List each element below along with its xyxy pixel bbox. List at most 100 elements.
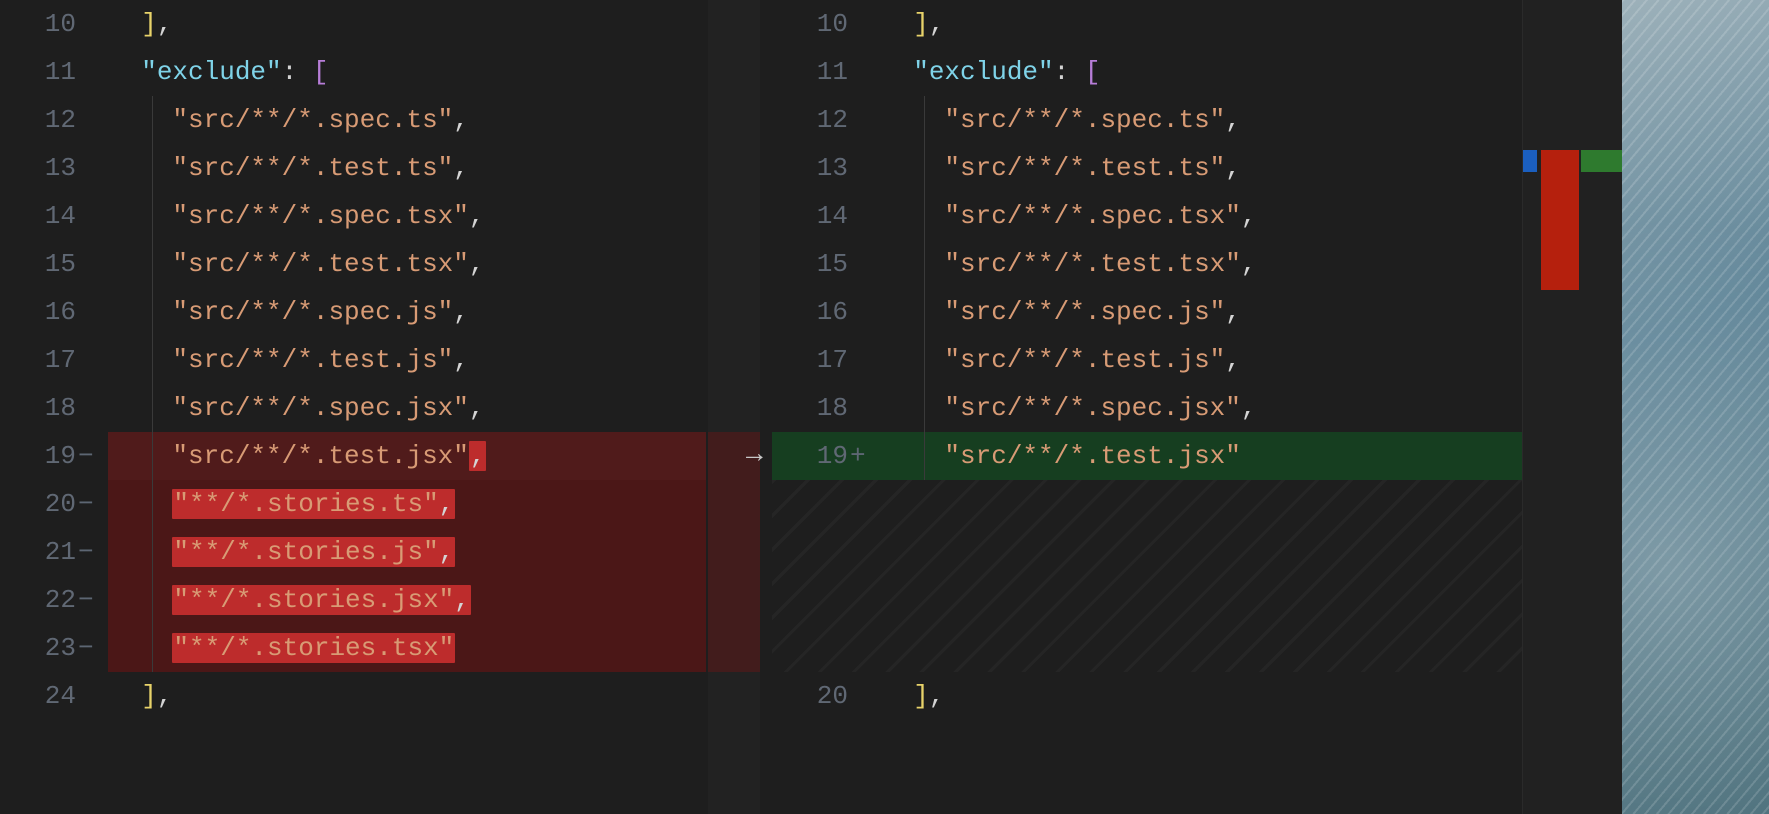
code-content[interactable]: "exclude": [ bbox=[104, 57, 328, 87]
line-number[interactable]: 13 bbox=[0, 153, 104, 183]
code-line[interactable]: 17 "src/**/*.test.js", bbox=[0, 336, 760, 384]
line-number-value: 14 bbox=[808, 201, 848, 231]
ruler-mark-red[interactable] bbox=[1541, 150, 1579, 290]
diff-split-sash[interactable] bbox=[760, 0, 772, 814]
code-line[interactable]: 12 "src/**/*.spec.ts", bbox=[0, 96, 760, 144]
line-number[interactable]: 11 bbox=[0, 57, 104, 87]
code-line[interactable]: 23− "**/*.stories.tsx" bbox=[0, 624, 760, 672]
code-line[interactable]: 20− "**/*.stories.ts", bbox=[0, 480, 760, 528]
code-content[interactable]: "src/**/*.spec.js", bbox=[104, 297, 469, 327]
code-line[interactable]: 13 "src/**/*.test.ts", bbox=[772, 144, 1522, 192]
next-diff-arrow-icon[interactable]: → bbox=[746, 442, 763, 470]
code-line[interactable]: 19− "src/**/*.test.jsx", bbox=[0, 432, 760, 480]
ruler-mark-green[interactable] bbox=[1581, 150, 1623, 172]
line-number[interactable]: 14 bbox=[0, 201, 104, 231]
line-number[interactable]: 14 bbox=[772, 201, 876, 231]
code-line[interactable]: 13 "src/**/*.test.ts", bbox=[0, 144, 760, 192]
code-content[interactable]: "exclude": [ bbox=[876, 57, 1100, 87]
code-content[interactable]: ], bbox=[876, 681, 944, 711]
code-content[interactable]: "src/**/*.spec.js", bbox=[876, 297, 1241, 327]
line-number-value: 11 bbox=[36, 57, 76, 87]
code-line[interactable]: 16 "src/**/*.spec.js", bbox=[0, 288, 760, 336]
code-content[interactable]: "src/**/*.test.jsx" bbox=[876, 441, 1241, 471]
line-number-value: 11 bbox=[808, 57, 848, 87]
code-content[interactable]: ], bbox=[876, 9, 944, 39]
line-number[interactable]: 20 bbox=[772, 681, 876, 711]
line-number[interactable]: 16 bbox=[0, 297, 104, 327]
line-number-value: 10 bbox=[808, 9, 848, 39]
line-number[interactable]: 13 bbox=[772, 153, 876, 183]
code-content[interactable]: "src/**/*.spec.jsx", bbox=[876, 393, 1256, 423]
code-line[interactable]: 16 "src/**/*.spec.js", bbox=[772, 288, 1522, 336]
minus-icon: − bbox=[76, 489, 98, 519]
line-number[interactable]: 19+ bbox=[772, 441, 876, 471]
code-line[interactable]: 10 ], bbox=[0, 0, 760, 48]
code-line[interactable]: 11 "exclude": [ bbox=[772, 48, 1522, 96]
line-number-value: 18 bbox=[808, 393, 848, 423]
line-number[interactable]: 18 bbox=[772, 393, 876, 423]
line-number[interactable]: 19− bbox=[0, 441, 104, 471]
code-line[interactable]: 10 ], bbox=[772, 0, 1522, 48]
code-content[interactable]: "**/*.stories.js", bbox=[104, 537, 455, 567]
line-number[interactable]: 23− bbox=[0, 633, 104, 663]
minus-icon: − bbox=[76, 537, 98, 567]
line-number[interactable]: 21− bbox=[0, 537, 104, 567]
minus-icon: − bbox=[76, 633, 98, 663]
code-line[interactable]: 15 "src/**/*.test.tsx", bbox=[0, 240, 760, 288]
code-content[interactable]: "src/**/*.spec.ts", bbox=[876, 105, 1241, 135]
code-line[interactable]: 22− "**/*.stories.jsx", bbox=[0, 576, 760, 624]
line-number[interactable]: 10 bbox=[772, 9, 876, 39]
code-content[interactable]: "src/**/*.test.ts", bbox=[876, 153, 1241, 183]
code-line[interactable]: 21− "**/*.stories.js", bbox=[0, 528, 760, 576]
line-number[interactable]: 12 bbox=[0, 105, 104, 135]
diff-empty-region bbox=[772, 480, 1522, 672]
line-number[interactable]: 18 bbox=[0, 393, 104, 423]
code-line[interactable]: 15 "src/**/*.test.tsx", bbox=[772, 240, 1522, 288]
code-content[interactable]: "src/**/*.test.ts", bbox=[104, 153, 469, 183]
line-number[interactable]: 12 bbox=[772, 105, 876, 135]
code-line[interactable]: 19+ "src/**/*.test.jsx" bbox=[772, 432, 1522, 480]
code-content[interactable]: "src/**/*.spec.tsx", bbox=[876, 201, 1256, 231]
code-content[interactable]: "src/**/*.spec.ts", bbox=[104, 105, 469, 135]
code-line[interactable]: 24 ], bbox=[0, 672, 760, 720]
overview-ruler[interactable] bbox=[1522, 0, 1622, 814]
code-content[interactable]: "src/**/*.test.tsx", bbox=[876, 249, 1256, 279]
line-number-value: 15 bbox=[36, 249, 76, 279]
code-content[interactable]: ], bbox=[104, 9, 172, 39]
line-number[interactable]: 15 bbox=[0, 249, 104, 279]
code-line[interactable]: 14 "src/**/*.spec.tsx", bbox=[772, 192, 1522, 240]
line-number[interactable]: 15 bbox=[772, 249, 876, 279]
line-number-value: 13 bbox=[36, 153, 76, 183]
code-content[interactable]: "src/**/*.spec.jsx", bbox=[104, 393, 484, 423]
code-line[interactable]: 18 "src/**/*.spec.jsx", bbox=[0, 384, 760, 432]
code-content[interactable]: "**/*.stories.jsx", bbox=[104, 585, 471, 615]
code-line[interactable]: 20 ], bbox=[772, 672, 1522, 720]
code-content[interactable]: "**/*.stories.ts", bbox=[104, 489, 455, 519]
line-number[interactable]: 24 bbox=[0, 681, 104, 711]
line-number[interactable]: 17 bbox=[0, 345, 104, 375]
code-line[interactable]: 12 "src/**/*.spec.ts", bbox=[772, 96, 1522, 144]
line-number[interactable]: 16 bbox=[772, 297, 876, 327]
code-line[interactable]: 11 "exclude": [ bbox=[0, 48, 760, 96]
code-content[interactable]: "**/*.stories.tsx" bbox=[104, 633, 455, 663]
code-content[interactable]: "src/**/*.test.js", bbox=[104, 345, 469, 375]
code-content[interactable]: "src/**/*.spec.tsx", bbox=[104, 201, 484, 231]
line-number-value: 20 bbox=[36, 489, 76, 519]
code-content[interactable]: ], bbox=[104, 681, 172, 711]
code-content[interactable]: "src/**/*.test.tsx", bbox=[104, 249, 484, 279]
code-line[interactable]: 17 "src/**/*.test.js", bbox=[772, 336, 1522, 384]
code-content[interactable]: "src/**/*.test.jsx", bbox=[104, 441, 486, 471]
line-number[interactable]: 17 bbox=[772, 345, 876, 375]
diff-left-pane[interactable]: 10 ],11 "exclude": [12 "src/**/*.spec.ts… bbox=[0, 0, 760, 814]
code-line[interactable]: 14 "src/**/*.spec.tsx", bbox=[0, 192, 760, 240]
line-number[interactable]: 20− bbox=[0, 489, 104, 519]
line-number-value: 20 bbox=[808, 681, 848, 711]
line-number[interactable]: 22− bbox=[0, 585, 104, 615]
code-line[interactable]: 18 "src/**/*.spec.jsx", bbox=[772, 384, 1522, 432]
line-number-value: 16 bbox=[36, 297, 76, 327]
ruler-mark-blue[interactable] bbox=[1523, 150, 1537, 172]
line-number[interactable]: 11 bbox=[772, 57, 876, 87]
code-content[interactable]: "src/**/*.test.js", bbox=[876, 345, 1241, 375]
diff-right-pane[interactable]: 10 ],11 "exclude": [12 "src/**/*.spec.ts… bbox=[772, 0, 1522, 814]
line-number[interactable]: 10 bbox=[0, 9, 104, 39]
